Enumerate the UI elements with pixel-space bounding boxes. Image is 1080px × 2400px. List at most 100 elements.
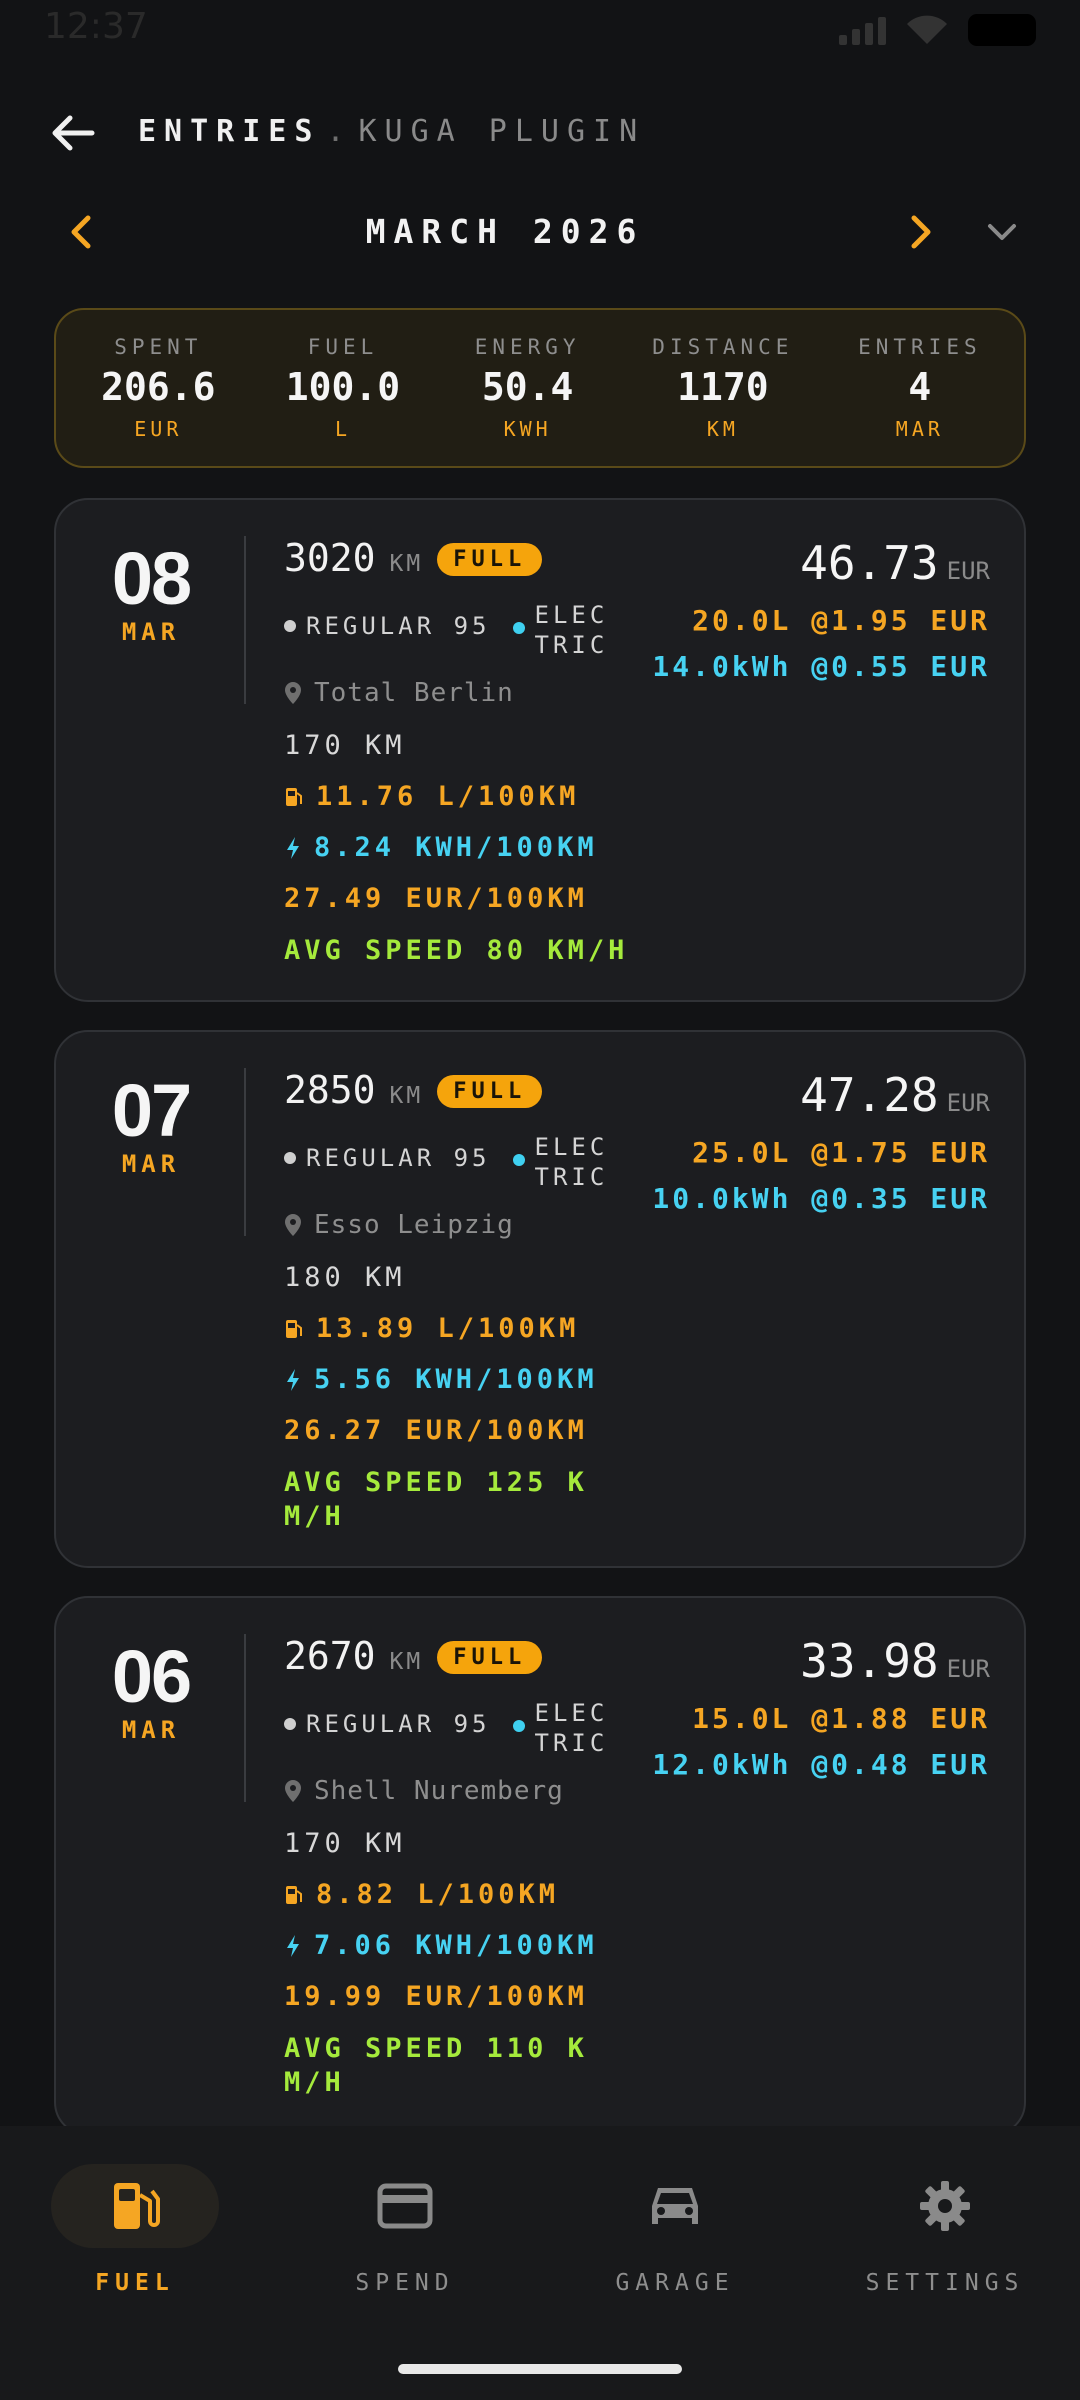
entry-divider (244, 1068, 246, 1236)
dot-icon (284, 1718, 296, 1730)
entry-cost-per-100: 27.49 EUR/100KM (284, 883, 588, 914)
fuel-types: REGULAR 95 ELECTRIC (284, 600, 624, 660)
entry-card[interactable]: 06 MAR 2670 KM FULL REGULAR 95 ELECTRIC … (54, 1596, 1026, 2136)
entry-fuel-consumption: 11.76 L/100KM (284, 781, 684, 812)
electric-price: 10.0kWh @0.35 EUR (652, 1182, 990, 1215)
fuel-types: REGULAR 95 ELECTRIC (284, 1698, 624, 1758)
status-icons (839, 14, 1036, 46)
fuel-price: 15.0L @1.88 EUR (692, 1702, 990, 1735)
odometer-value: 2850 (284, 1068, 376, 1112)
fuel-pump-icon (114, 2183, 160, 2229)
entry-month: MAR (121, 1150, 181, 1178)
nav-label: FUEL (95, 2270, 175, 2296)
odometer-unit: KM (389, 551, 424, 577)
status-time: 12:37 (44, 6, 148, 47)
nav-spend-pill[interactable] (321, 2164, 489, 2248)
nav-settings[interactable]: SETTINGS (810, 2164, 1080, 2296)
summary-unit: KWH (503, 417, 552, 441)
location-label: Shell Nuremberg (314, 1776, 564, 1806)
fuel-type-electric: ELECTRIC (512, 600, 615, 660)
summary-label: FUEL (307, 335, 379, 359)
fuel-consumption-value: 13.89 L/100KM (316, 1313, 580, 1344)
page-title: ENTRIES. KUGA PLUGIN (138, 114, 645, 149)
entry-energy-consumption: 7.06 KWH/100KM (284, 1930, 684, 1961)
energy-consumption-value: 5.56 KWH/100KM (314, 1364, 598, 1395)
odometer-value: 3020 (284, 536, 376, 580)
full-badge: FULL (437, 1075, 543, 1108)
header: ENTRIES. KUGA PLUGIN (0, 100, 1080, 164)
odometer-unit: KM (389, 1083, 424, 1109)
entry-avg-speed: AVG SPEED 80 KM/H (284, 935, 629, 966)
summary-label: SPENT (114, 335, 203, 359)
fuel-type-electric: ELECTRIC (512, 1698, 615, 1758)
car-icon (652, 2188, 698, 2224)
nav-fuel[interactable]: FUEL (0, 2164, 270, 2296)
location-label: Esso Leipzig (314, 1210, 514, 1240)
nav-garage[interactable]: GARAGE (540, 2164, 810, 2296)
nav-fuel-pill[interactable] (51, 2164, 219, 2248)
wifi-icon (907, 15, 947, 44)
total-unit: EUR (946, 557, 990, 585)
electric-price: 14.0kWh @0.55 EUR (652, 650, 990, 683)
total-value: 47.28 (800, 1068, 939, 1122)
entry-odometer: 3020 KM FULL (284, 536, 543, 581)
fuel-pump-icon (286, 1319, 302, 1338)
entry-location: Shell Nuremberg (284, 1776, 564, 1806)
back-arrow-icon[interactable] (48, 108, 98, 158)
credit-card-icon (377, 2183, 433, 2229)
fuel-price: 20.0L @1.95 EUR (692, 604, 990, 637)
dot-icon (512, 1720, 525, 1732)
energy-consumption-value: 8.24 KWH/100KM (314, 832, 598, 863)
odometer-unit: KM (389, 1649, 424, 1675)
lightning-icon (287, 1368, 299, 1391)
location-pin-icon (285, 682, 301, 704)
summary-unit: MAR (895, 417, 944, 441)
month-selector: MARCH 2026 (0, 200, 1080, 264)
fuel-type-electric: ELECTRIC (512, 1132, 615, 1192)
summary-entries: ENTRIES 4 MAR (858, 335, 982, 441)
summary-spent: SPENT 206.6 EUR (98, 335, 218, 441)
fuel-pump-icon (286, 787, 302, 806)
entry-card[interactable]: 07 MAR 2850 KM FULL REGULAR 95 ELECTRIC … (54, 1030, 1026, 1568)
fuel-type-label: REGULAR 95 (306, 612, 491, 640)
entry-month: MAR (121, 1716, 181, 1744)
location-pin-icon (285, 1780, 301, 1802)
entry-location: Total Berlin (284, 678, 514, 708)
fuel-consumption-value: 11.76 L/100KM (316, 781, 580, 812)
summary-value: 206.6 (101, 365, 216, 409)
home-indicator[interactable] (398, 2364, 682, 2374)
dot-icon (284, 620, 296, 632)
chevron-down-icon[interactable] (980, 212, 1024, 252)
entry-cost-per-100: 19.99 EUR/100KM (284, 1981, 588, 2012)
fuel-pump-icon (286, 1885, 302, 1904)
nav-settings-pill[interactable] (861, 2164, 1029, 2248)
entry-card[interactable]: 08 MAR 3020 KM FULL REGULAR 95 ELECTRIC … (54, 498, 1026, 1002)
total-unit: EUR (946, 1089, 990, 1117)
fuel-type-label: REGULAR 95 (306, 1710, 491, 1738)
nav-label: SETTINGS (865, 2270, 1025, 2296)
entry-day: 06 (111, 1635, 192, 1718)
fuel-consumption-value: 8.82 L/100KM (316, 1879, 560, 1910)
fuel-type-regular: REGULAR 95 (284, 1710, 491, 1738)
summary-value: 100.0 (285, 365, 401, 409)
fuel-type-label: ELECTRIC (534, 601, 609, 659)
entry-odometer: 2850 KM FULL (284, 1068, 543, 1113)
entry-total: 33.98 EUR (800, 1634, 990, 1688)
fuel-type-regular: REGULAR 95 (284, 1144, 491, 1172)
nav-spend[interactable]: SPEND (270, 2164, 540, 2296)
entry-day: 07 (111, 1069, 192, 1152)
month-summary-card: SPENT 206.6 EUR FUEL 100.0 L ENERGY 50.4… (54, 308, 1026, 468)
dot-icon (284, 1152, 296, 1164)
summary-fuel: FUEL 100.0 L (283, 335, 403, 441)
fuel-type-label: ELECTRIC (534, 1699, 609, 1757)
entry-total: 46.73 EUR (800, 536, 990, 590)
chevron-right-icon[interactable] (900, 210, 940, 254)
gear-icon (920, 2181, 970, 2231)
lightning-icon (287, 836, 299, 859)
full-badge: FULL (437, 543, 543, 576)
title-main: ENTRIES (138, 114, 321, 149)
nav-garage-pill[interactable] (591, 2164, 759, 2248)
battery-icon (968, 14, 1036, 46)
entry-avg-speed: AVG SPEED 110 KM/H (284, 2033, 588, 2098)
entry-total: 47.28 EUR (800, 1068, 990, 1122)
